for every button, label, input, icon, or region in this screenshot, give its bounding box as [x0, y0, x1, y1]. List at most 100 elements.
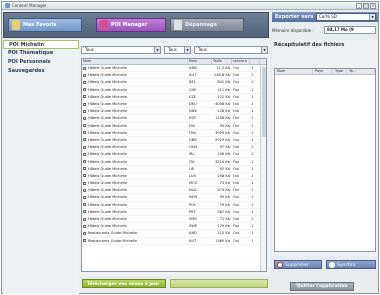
cell-name: Hôtels Guide Michelin: [82, 167, 188, 171]
row-checkbox[interactable]: [83, 116, 86, 120]
row-checkbox[interactable]: [83, 203, 86, 207]
sync-button[interactable]: Synchro.: [326, 260, 376, 269]
row-name-text: Hôtels Guide Michelin: [88, 102, 128, 107]
maximize-button[interactable]: □: [363, 3, 369, 9]
column-header-name[interactable]: Nom: [82, 59, 188, 64]
row-checkbox[interactable]: [83, 124, 86, 128]
table-row[interactable]: Hôtels Guide Michelin SMR 71 Kb Oui 1: [82, 216, 266, 224]
row-name-text: Hôtels Guide Michelin: [88, 188, 128, 193]
table-row[interactable]: Hôtels Guide Michelin BEL 841 Kb Oui 1: [82, 79, 266, 87]
row-name-text: Hôtels Guide Michelin: [88, 159, 128, 164]
delete-label: Supprimer: [285, 263, 309, 268]
table-row[interactable]: Hôtels Guide Michelin ITA 3214 Kb Oui 1: [82, 158, 266, 166]
column-header-size[interactable]: Taille: [212, 59, 232, 64]
table-row[interactable]: Hôtels Guide Michelin FIN 95 Kb Oui 1: [82, 123, 266, 130]
row-name-text: Hôtels Guide Michelin: [88, 209, 128, 214]
table-row[interactable]: Hôtels Guide Michelin MCO 73 Kb Oui 1: [82, 180, 266, 188]
row-checkbox[interactable]: [83, 152, 86, 156]
table-row[interactable]: Hôtels Guide Michelin CHE 111 Kb Oui 1: [82, 87, 266, 94]
cell-country: ESP: [189, 116, 196, 121]
minimize-button[interactable]: _: [356, 3, 362, 9]
row-checkbox[interactable]: [83, 102, 86, 106]
column-header-extra[interactable]: [250, 59, 260, 64]
cell-size: 2929 Kb: [215, 137, 230, 142]
tab-mes-favoris[interactable]: Mes Favoris: [8, 18, 82, 32]
table-row[interactable]: Hôtels Guide Michelin GBR 2929 Kb Oui 1: [82, 137, 266, 145]
title-bar: Content Manager _ □ x: [2, 2, 378, 10]
table-scrollbar[interactable]: [260, 65, 266, 271]
row-checkbox[interactable]: [83, 210, 86, 214]
row-name-text: Hôtels Guide Michelin: [88, 137, 128, 142]
sidebar-item-poi-michelin[interactable]: POI Michelin: [3, 40, 79, 49]
table-row[interactable]: Hôtels Guide Michelin DEU 4008 Kb Oui 1: [82, 101, 266, 109]
table-row[interactable]: Hôtels Guide Michelin NLD 874 Kb Oui 1: [82, 187, 266, 195]
table-row[interactable]: Hôtels Guide Michelin FRA 3929 Kb Oui 1: [82, 130, 266, 137]
sidebar-item-poi-personnels[interactable]: POI Personnels: [3, 58, 79, 67]
table-row[interactable]: Restaurants Guide Michelin AND 110 Kb Oui 1: [82, 230, 266, 238]
export-target-select[interactable]: Carte SD ▼: [316, 13, 376, 21]
row-checkbox[interactable]: [83, 145, 86, 149]
cell-extra: 1: [251, 173, 254, 178]
table-row[interactable]: Hôtels Guide Michelin DNK 128 Kb Oui 1: [82, 108, 266, 116]
column-header-sync[interactable]: synchro: [232, 59, 250, 64]
sidebar-item-poi-thematique[interactable]: POI Thématique: [3, 49, 79, 58]
row-checkbox[interactable]: [83, 131, 86, 135]
row-checkbox[interactable]: [83, 195, 86, 199]
row-checkbox[interactable]: [83, 167, 86, 171]
summary-actions: Supprimer Synchro.: [272, 258, 378, 272]
row-checkbox[interactable]: [83, 174, 86, 178]
summary-column-size[interactable]: Ta...: [347, 69, 375, 74]
row-checkbox[interactable]: [83, 217, 86, 221]
cell-country: DEU: [189, 102, 197, 107]
row-checkbox[interactable]: [83, 181, 86, 185]
row-checkbox[interactable]: [83, 88, 86, 92]
table-row[interactable]: Hôtels Guide Michelin SWE 129 Kb Oui 1: [82, 223, 266, 231]
table-row[interactable]: Hôtels Guide Michelin LUX 208 Kb Oui 1: [82, 173, 266, 180]
row-checkbox[interactable]: [83, 80, 86, 84]
table-row[interactable]: Restaurants Guide Michelin AUT 1360 Kb Oui 1: [82, 238, 266, 245]
quit-button[interactable]: Quitter l'application: [290, 282, 354, 291]
cell-size: 3929 Kb: [215, 130, 230, 135]
table-row[interactable]: Hôtels Guide Michelin AND 11,2 Kb Oui 1: [82, 65, 266, 73]
close-button[interactable]: x: [370, 3, 376, 9]
row-checkbox[interactable]: [83, 188, 86, 192]
sync-label: Synchro.: [337, 263, 357, 268]
table-row[interactable]: Hôtels Guide Michelin PRT 367 Kb Oui 1: [82, 209, 266, 216]
tab-depannage[interactable]: Dépannage: [170, 18, 244, 32]
filter-value: Tous: [198, 47, 207, 52]
table-row[interactable]: Hôtels Guide Michelin NOR 95 Kb Oui 1: [82, 194, 266, 202]
name-filter-select[interactable]: Tous ▼: [81, 46, 161, 54]
row-checkbox[interactable]: [83, 73, 86, 77]
table-row[interactable]: Hôtels Guide Michelin AUT 148,8 Kb Oui 1: [82, 72, 266, 80]
table-row[interactable]: Hôtels Guide Michelin ESP 1198 Kb Oui 1: [82, 115, 266, 123]
column-header-country[interactable]: Pays: [188, 59, 212, 64]
summary-column-name[interactable]: Nom: [275, 69, 313, 74]
cell-extra: 1: [251, 224, 254, 229]
row-checkbox[interactable]: [83, 138, 86, 142]
cell-sync: Oui: [233, 159, 240, 164]
cell-sync: Oui: [233, 66, 240, 71]
table-row[interactable]: Hôtels Guide Michelin IRL 106 Kb Oui 1: [82, 151, 266, 159]
tab-poi-manager[interactable]: POI Manager: [96, 18, 166, 32]
size-filter-select[interactable]: Tous ▼: [194, 46, 268, 54]
row-checkbox[interactable]: [83, 109, 86, 113]
cell-sync: Oui: [233, 195, 240, 200]
download-updates-button[interactable]: Télécharger vos mises à jour: [82, 279, 166, 288]
table-row[interactable]: Hôtels Guide Michelin HUN 97 Kb Oui 1: [82, 144, 266, 152]
table-row[interactable]: Hôtels Guide Michelin LIE 92 Kb Oui 1: [82, 166, 266, 173]
row-checkbox[interactable]: [83, 231, 86, 235]
table-row[interactable]: Hôtels Guide Michelin POL 79 Kb Oui 1: [82, 202, 266, 209]
summary-column-country[interactable]: Pays: [313, 69, 333, 74]
table-row[interactable]: Hôtels Guide Michelin CZE 121 Kb Oui 1: [82, 94, 266, 101]
summary-column-type[interactable]: Type: [333, 69, 347, 74]
row-checkbox[interactable]: [83, 66, 86, 70]
row-checkbox[interactable]: [83, 224, 86, 228]
cell-sync: Oui: [233, 231, 240, 236]
row-checkbox[interactable]: [83, 95, 86, 99]
row-checkbox[interactable]: [83, 160, 86, 164]
row-checkbox[interactable]: [83, 239, 86, 243]
delete-button[interactable]: Supprimer: [274, 260, 322, 269]
scrollbar-thumb[interactable]: [262, 67, 266, 137]
sidebar-item-sauvegardes[interactable]: Sauvegardes: [3, 67, 79, 76]
country-filter-select[interactable]: Tous ▼: [164, 46, 191, 54]
